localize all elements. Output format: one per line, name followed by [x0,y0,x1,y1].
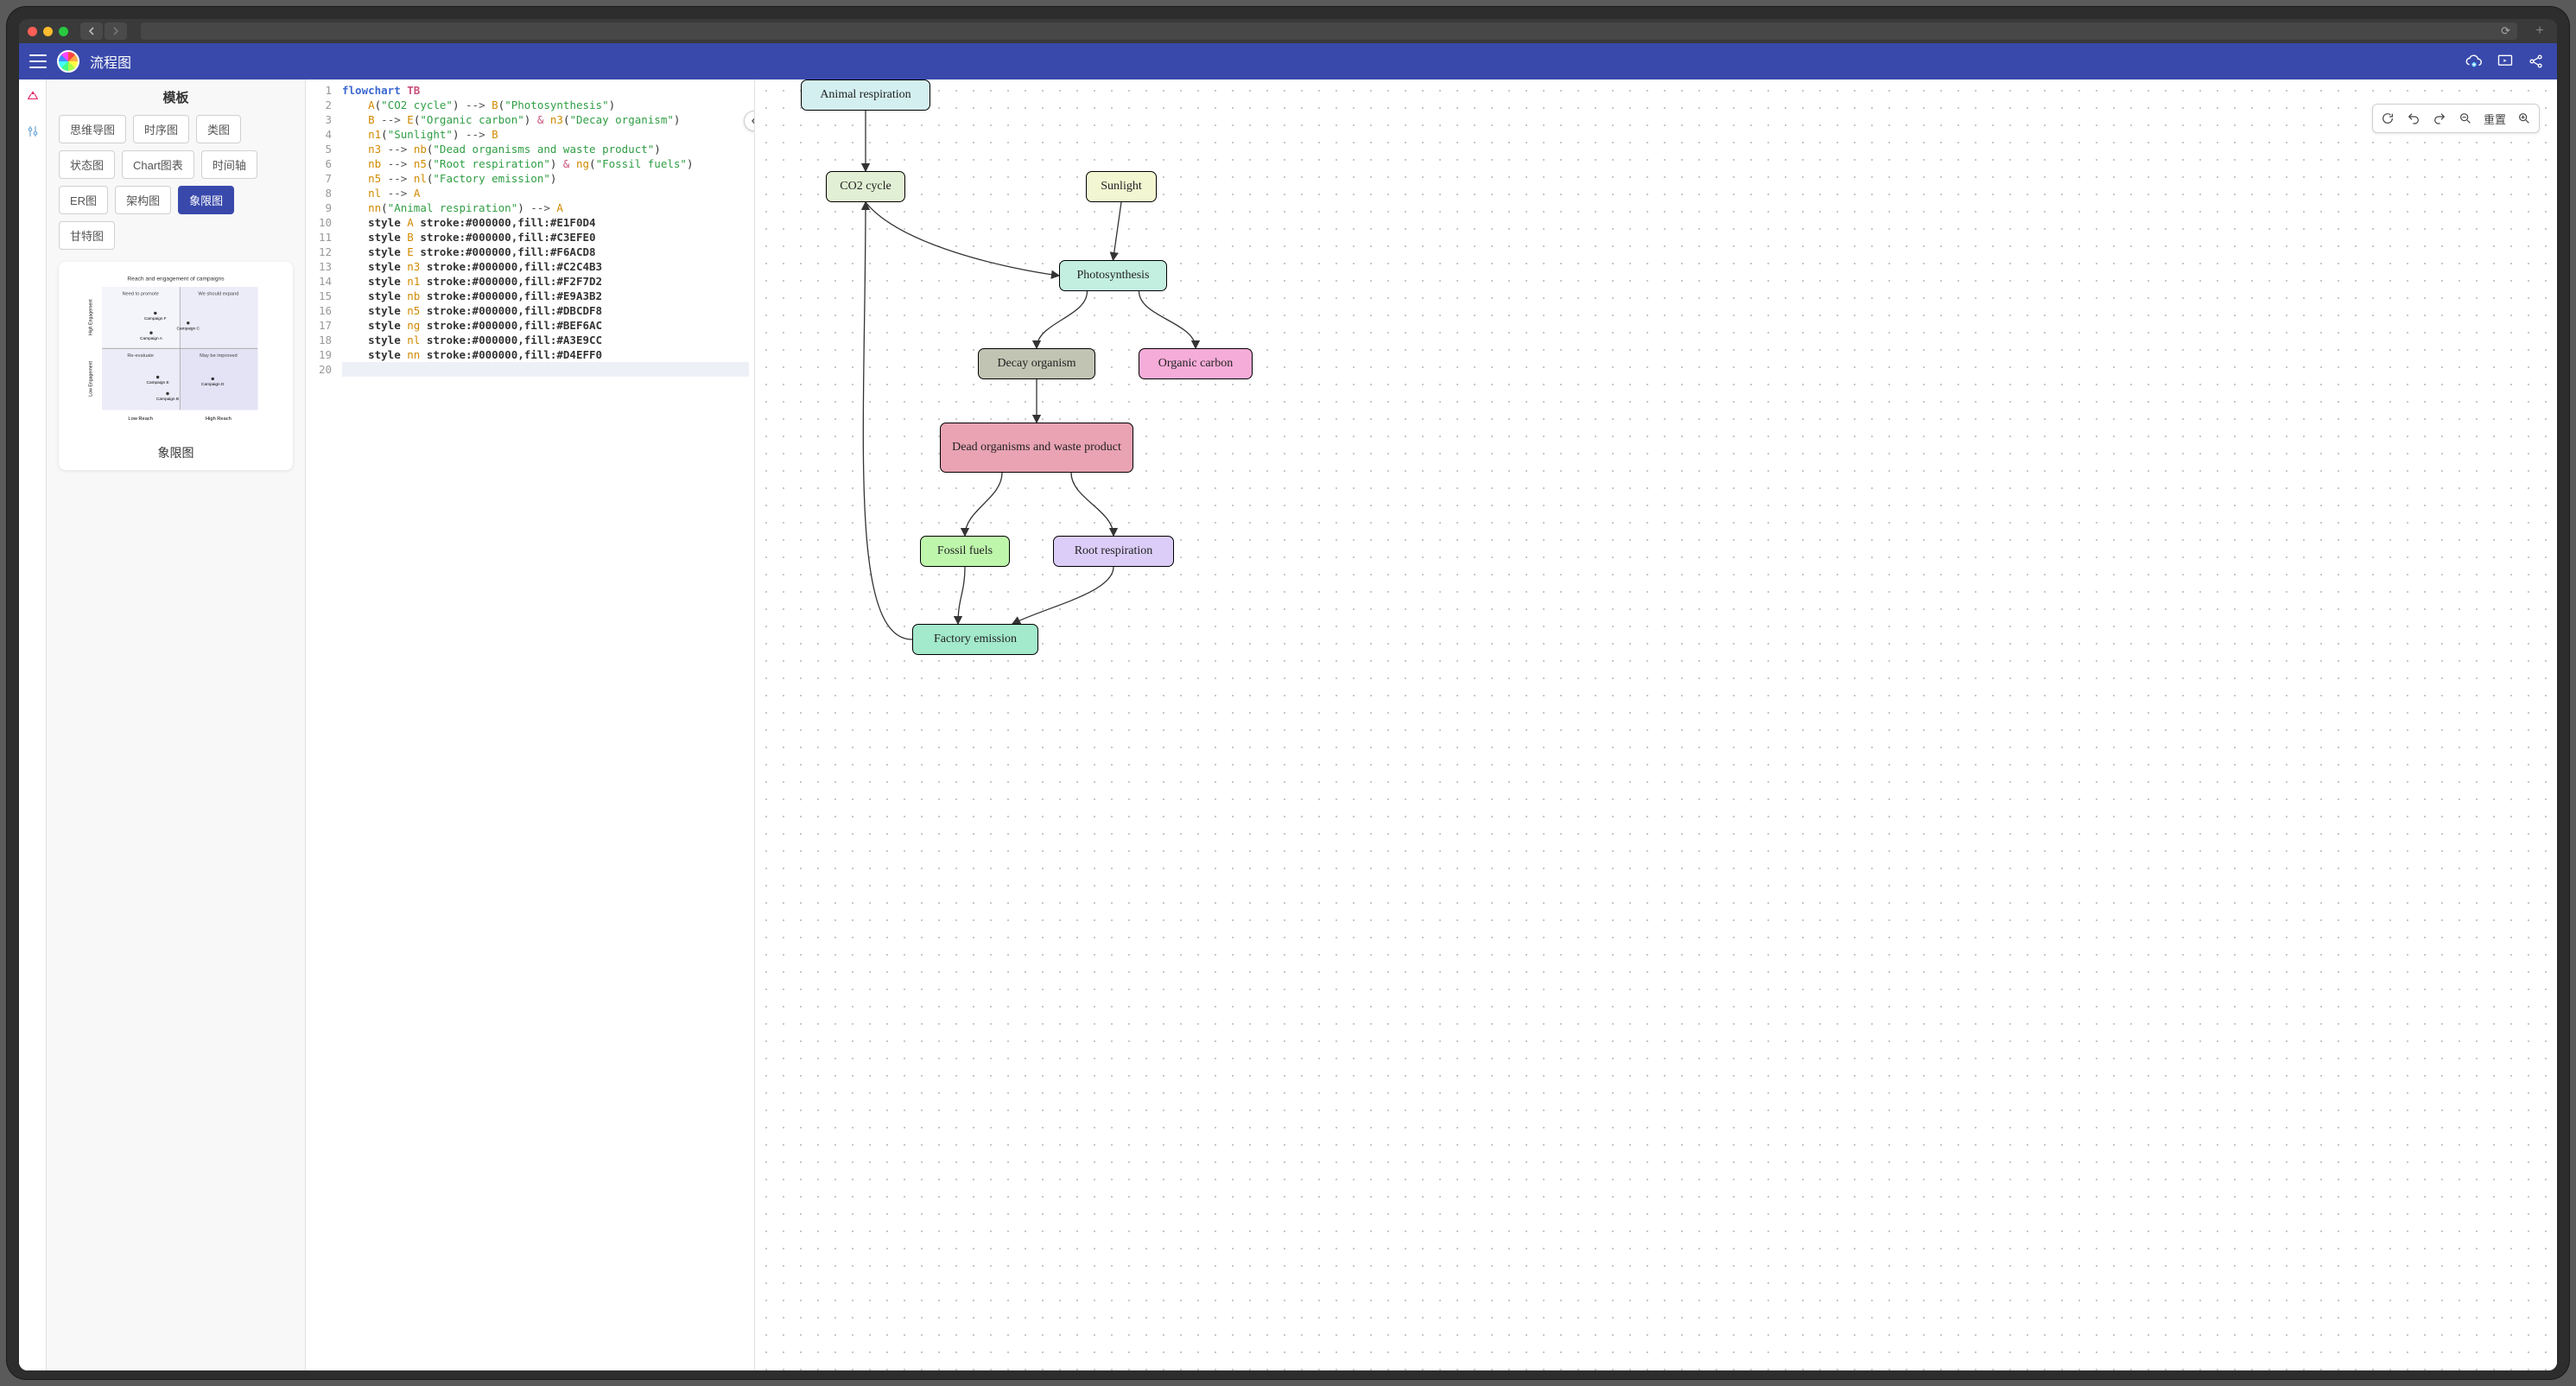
menu-icon[interactable] [29,54,47,68]
app-title: 流程图 [90,51,131,72]
svg-text:Re-evaluate: Re-evaluate [127,353,154,359]
svg-text:Campaign D: Campaign D [201,382,225,387]
cloud-sync-icon[interactable] [2464,51,2484,72]
app-header: 流程图 [19,43,2557,79]
template-button[interactable]: 类图 [196,115,241,143]
diagram-node[interactable]: Decay organism [978,348,1095,379]
left-rail [19,79,47,1370]
svg-text:Campaign C: Campaign C [177,326,200,331]
diagram-node[interactable]: Animal respiration [801,79,930,111]
address-bar[interactable]: ⟳ [141,22,2517,40]
svg-text:Low Reach: Low Reach [128,416,152,422]
close-window-icon[interactable] [28,27,37,36]
svg-text:High Engagement: High Engagement [89,299,94,335]
forward-button[interactable] [105,22,127,40]
template-button[interactable]: 架构图 [115,186,171,214]
template-button[interactable]: 状态图 [59,150,115,179]
svg-text:Reach and engagement of campai: Reach and engagement of campaigns [127,276,225,282]
diagram-node[interactable]: Factory emission [912,624,1038,655]
svg-text:High Reach: High Reach [206,416,232,422]
presentation-icon[interactable] [2495,51,2516,72]
browser-titlebar: ⟳ + [19,19,2557,43]
diagram-canvas[interactable]: 重置 Animal respiration CO2 cycle Sunlight Ph… [755,79,2557,1370]
undo-icon[interactable] [2406,111,2421,126]
svg-text:Need to promote: Need to promote [122,292,158,297]
maximize-window-icon[interactable] [59,27,68,36]
svg-text:Campaign E: Campaign E [147,380,169,385]
template-button[interactable]: 象限图 [178,186,234,214]
diagram-node[interactable]: Organic carbon [1139,348,1253,379]
app-root: 流程图 模板 思维导图时序图类图状 [19,43,2557,1370]
app-body: 模板 思维导图时序图类图状态图Chart图表时间轴ER图架构图象限图甘特图 Re… [19,79,2557,1370]
preview-label: 象限图 [67,444,284,461]
template-sidebar: 模板 思维导图时序图类图状态图Chart图表时间轴ER图架构图象限图甘特图 Re… [47,79,306,1370]
app-logo-icon [57,50,79,73]
diagram-node[interactable]: Photosynthesis [1059,260,1167,291]
code-content[interactable]: flowchart TB A("CO2 cycle") --> B("Photo… [337,79,754,1370]
template-button[interactable]: Chart图表 [122,150,194,179]
back-button[interactable] [80,22,103,40]
browser-frame: ⟳ + 流程图 [7,7,2569,1379]
svg-text:Campaign A: Campaign A [140,336,163,341]
new-tab-button[interactable]: + [2531,23,2548,39]
window-controls [28,27,68,36]
template-button[interactable]: 甘特图 [59,221,115,250]
code-editor[interactable]: 1234567891011121314151617181920 flowchar… [306,79,755,1370]
diagram-node[interactable]: Sunlight [1086,171,1157,202]
share-icon[interactable] [2526,51,2547,72]
template-button[interactable]: ER图 [59,186,108,214]
template-grid: 思维导图时序图类图状态图Chart图表时间轴 ER图架构图象限图甘特图 [59,115,293,250]
diagram-node[interactable]: Fossil fuels [920,536,1010,567]
preview-quadrant-chart: Reach and engagement of campaigns Need t… [67,270,284,435]
nav-buttons [80,22,127,40]
diagram-node[interactable]: Root respiration [1053,536,1174,567]
diagram-edges [755,79,2557,1370]
svg-text:Campaign F: Campaign F [144,316,167,321]
template-button[interactable]: 时间轴 [201,150,257,179]
zoom-in-icon[interactable] [2516,111,2532,126]
template-preview-card[interactable]: Reach and engagement of campaigns Need t… [59,262,293,470]
svg-text:Low Engagement: Low Engagement [89,361,94,397]
reload-icon[interactable]: ⟳ [2501,24,2510,38]
svg-text:We should expand: We should expand [198,292,238,297]
svg-text:May be improved: May be improved [200,353,238,359]
minimize-window-icon[interactable] [43,27,53,36]
template-button[interactable]: 时序图 [133,115,189,143]
templates-tab-icon[interactable] [24,88,41,105]
reset-zoom-button[interactable]: 重置 [2484,111,2506,127]
line-gutter: 1234567891011121314151617181920 [306,79,337,1370]
redo-icon[interactable] [2432,111,2447,126]
template-button[interactable]: 思维导图 [59,115,126,143]
refresh-icon[interactable] [2380,111,2395,126]
svg-text:Campaign B: Campaign B [156,397,179,402]
zoom-out-icon[interactable] [2458,111,2473,126]
canvas-toolbar: 重置 [2372,104,2540,133]
diagram-node[interactable]: Dead organisms and waste product [940,423,1133,473]
diagram-node[interactable]: CO2 cycle [826,171,905,202]
settings-tab-icon[interactable] [24,123,41,140]
sidebar-title: 模板 [59,88,293,106]
